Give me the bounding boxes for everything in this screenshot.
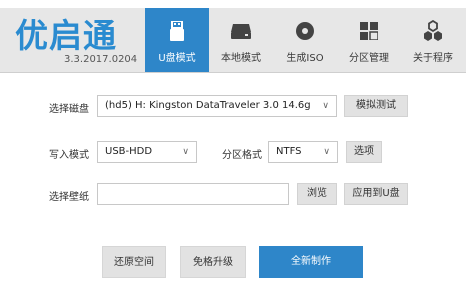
browse-button[interactable]: 浏览 <box>297 183 337 205</box>
wallpaper-label: 选择壁纸 <box>49 192 89 203</box>
apply-to-usb-button[interactable]: 应用到U盘 <box>344 183 408 205</box>
disc-icon <box>273 20 337 42</box>
tab-label: 本地模式 <box>221 53 261 64</box>
tab-make-iso[interactable]: 生成ISO <box>273 8 337 72</box>
disk-select-value: (hd5) H: Kingston DataTraveler 3.0 14.6g <box>105 100 311 111</box>
chevron-down-icon: ∨ <box>322 101 329 111</box>
disk-select[interactable]: (hd5) H: Kingston DataTraveler 3.0 14.6g… <box>97 95 337 117</box>
partition-format-label: 分区格式 <box>222 150 262 161</box>
chevron-down-icon: ∨ <box>182 147 189 157</box>
app-header: 优启通 3.3.2017.0204 U盘模式 本地模式 生成ISO 分区管理 关… <box>0 8 466 73</box>
tab-label: 生成ISO <box>286 53 324 64</box>
usb-drive-icon <box>145 20 209 42</box>
tab-label: U盘模式 <box>158 53 196 64</box>
app-version: 3.3.2017.0204 <box>64 54 138 65</box>
partition-format-value: NTFS <box>276 146 302 157</box>
tab-about[interactable]: 关于程序 <box>401 8 465 72</box>
simulate-test-button[interactable]: 模拟测试 <box>344 95 408 117</box>
tab-label: 关于程序 <box>413 53 453 64</box>
chevron-down-icon: ∨ <box>323 147 330 157</box>
tab-label: 分区管理 <box>349 53 389 64</box>
write-mode-value: USB-HDD <box>105 146 153 157</box>
hexagon-cluster-icon <box>401 20 465 42</box>
partition-format-select[interactable]: NTFS ∨ <box>268 141 338 163</box>
app-logo: 优启通 <box>15 16 117 55</box>
wallpaper-input[interactable] <box>97 183 289 205</box>
write-mode-label: 写入模式 <box>49 150 89 161</box>
tab-partition-manager[interactable]: 分区管理 <box>337 8 401 72</box>
write-mode-select[interactable]: USB-HDD ∨ <box>97 141 197 163</box>
tab-local-mode[interactable]: 本地模式 <box>209 8 273 72</box>
restore-space-button[interactable]: 还原空间 <box>102 246 166 278</box>
tab-usb-mode[interactable]: U盘模式 <box>145 8 209 72</box>
hard-drive-icon <box>209 20 273 42</box>
new-build-button[interactable]: 全新制作 <box>259 246 363 278</box>
upgrade-button[interactable]: 免格升级 <box>180 246 246 278</box>
options-button[interactable]: 选项 <box>346 141 382 163</box>
partition-grid-icon <box>337 20 401 42</box>
disk-label: 选择磁盘 <box>49 104 89 115</box>
